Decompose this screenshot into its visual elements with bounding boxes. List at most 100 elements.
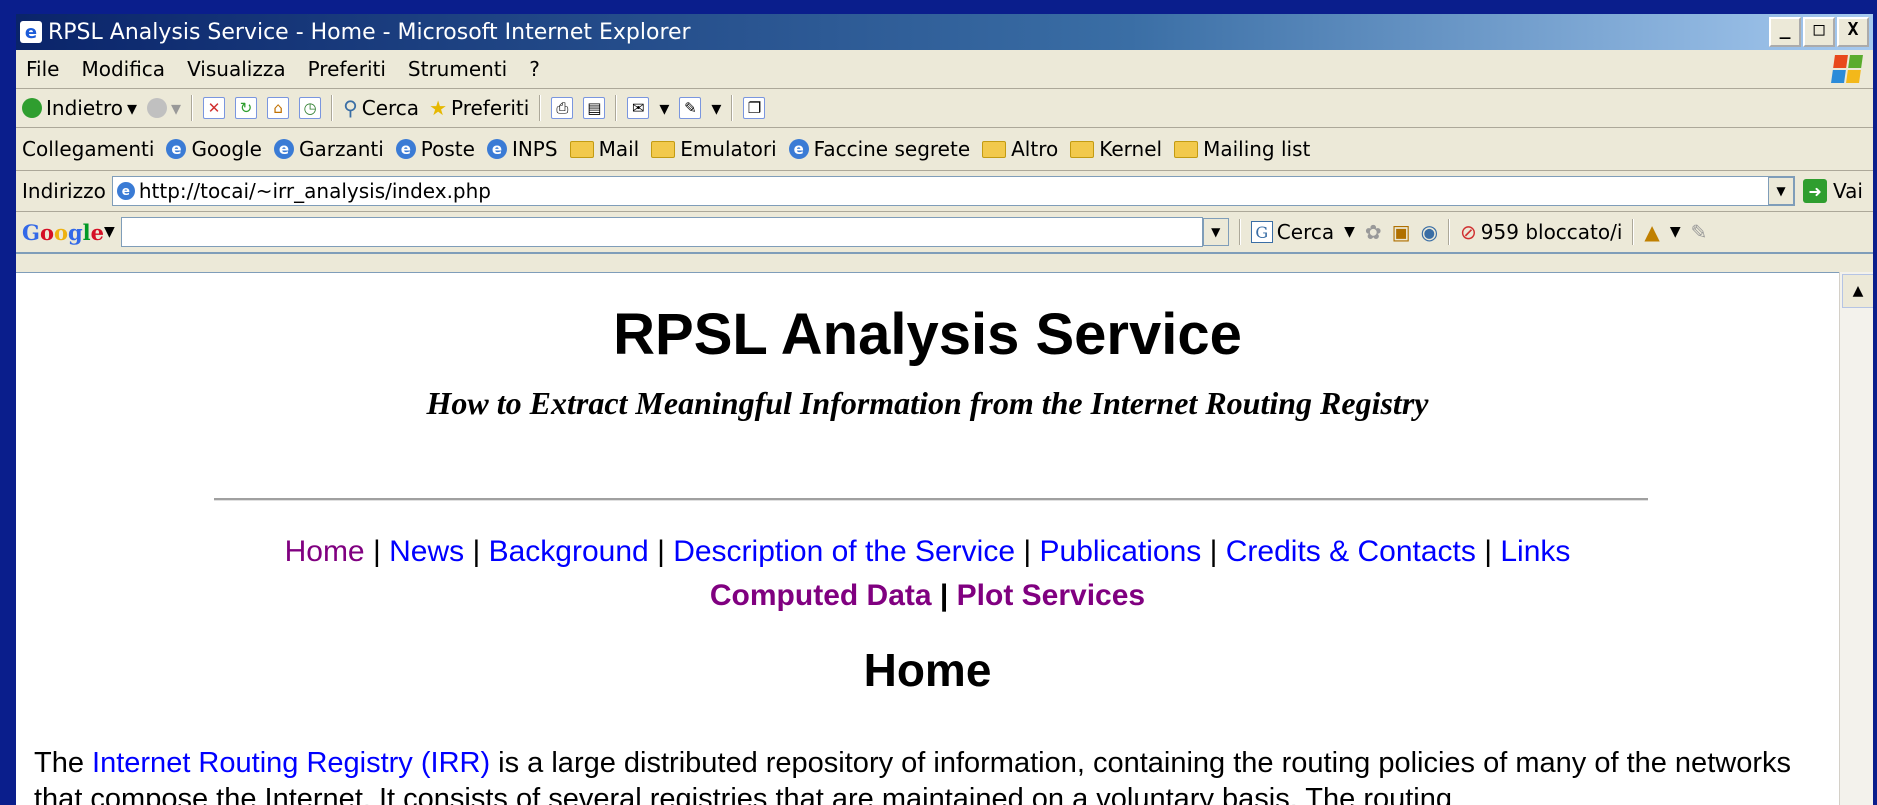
- nav-link-home[interactable]: Home: [285, 535, 365, 568]
- windows-logo-icon: [1831, 55, 1863, 83]
- minimize-button[interactable]: _: [1769, 17, 1801, 47]
- irr-link[interactable]: Internet Routing Registry (IRR): [92, 747, 490, 779]
- page-subtitle: How to Extract Meaningful Information fr…: [426, 385, 1429, 421]
- link-google[interactable]: e Google: [166, 137, 262, 161]
- go-arrow-icon: ➜: [1803, 179, 1828, 203]
- folder-icon: [1070, 140, 1095, 158]
- nav-separator: |: [657, 535, 665, 568]
- back-label: Indietro: [46, 96, 123, 120]
- popup-blocked-icon: ⊘: [1460, 220, 1477, 244]
- link-label: Garzanti: [298, 137, 384, 161]
- ie-page-icon: e: [166, 139, 187, 159]
- nav-link-background[interactable]: Background: [489, 535, 649, 568]
- link-garzanti[interactable]: e Garzanti: [273, 137, 384, 161]
- link-faccine-segrete[interactable]: e Faccine segrete: [788, 137, 971, 161]
- menu-visualizza[interactable]: Visualizza: [187, 57, 286, 81]
- search-button[interactable]: ⚲ Cerca: [343, 96, 419, 120]
- folder-icon: [651, 140, 676, 158]
- google-toolbar-actions: G Cerca ▼ ✿ ▣ ◉ ⊘ 959 bloccato/i ▲ ▼ ✎: [1238, 219, 1708, 245]
- primary-nav: Home | News | Background | Description o…: [16, 535, 1839, 569]
- stop-icon[interactable]: ✕: [203, 97, 226, 119]
- link-altro[interactable]: Altro: [982, 137, 1058, 161]
- link-label: Poste: [420, 137, 475, 161]
- menu-preferiti[interactable]: Preferiti: [308, 57, 386, 81]
- chevron-down-icon[interactable]: ▾: [659, 96, 669, 120]
- print-preview-icon[interactable]: ▤: [583, 97, 606, 119]
- scroll-up-button[interactable]: ▲: [1842, 274, 1873, 308]
- nav-link-news[interactable]: News: [389, 535, 464, 568]
- nav-link-links[interactable]: Links: [1500, 535, 1570, 568]
- nav-link-description[interactable]: Description of the Service: [673, 535, 1015, 568]
- google-search-input[interactable]: [120, 217, 1203, 247]
- menu-modifica[interactable]: Modifica: [81, 57, 165, 81]
- close-button[interactable]: X: [1837, 17, 1869, 47]
- vertical-scrollbar[interactable]: ▲: [1839, 272, 1873, 805]
- chevron-down-icon[interactable]: ▼: [104, 224, 115, 240]
- search-icon: ⚲: [343, 96, 358, 120]
- link-label: INPS: [511, 137, 558, 161]
- link-inps[interactable]: e INPS: [486, 137, 558, 161]
- browser-window: e RPSL Analysis Service - Home - Microso…: [16, 14, 1873, 805]
- page-title: RPSL Analysis Service: [613, 302, 1242, 367]
- menu-file[interactable]: File: [26, 57, 59, 81]
- google-search-button[interactable]: G Cerca: [1250, 220, 1334, 244]
- pencil-icon[interactable]: ✎: [1691, 220, 1708, 244]
- nav-separator: |: [1484, 535, 1492, 568]
- mail-icon[interactable]: ✉: [627, 97, 650, 119]
- title-bar: e RPSL Analysis Service - Home - Microso…: [16, 14, 1873, 50]
- address-input[interactable]: e http://tocai/~irr_analysis/index.php ▼: [111, 176, 1796, 206]
- link-mailing-list[interactable]: Mailing list: [1174, 137, 1310, 161]
- autofill-icon[interactable]: ▲: [1644, 220, 1659, 244]
- nav-link-publications[interactable]: Publications: [1040, 535, 1202, 568]
- favorites-label: Preferiti: [451, 96, 530, 120]
- link-label: Altro: [1011, 137, 1059, 161]
- home-icon[interactable]: ⌂: [267, 97, 290, 119]
- back-button[interactable]: Indietro ▾: [22, 96, 137, 120]
- links-bar-label: Collegamenti: [22, 137, 155, 161]
- pagerank-icon[interactable]: ✿: [1365, 220, 1382, 244]
- address-dropdown-button[interactable]: ▼: [1768, 177, 1795, 205]
- link-label: Faccine segrete: [813, 137, 971, 161]
- chevron-down-icon: ▾: [127, 96, 138, 120]
- favorites-button[interactable]: ★ Preferiti: [429, 96, 529, 120]
- link-mail[interactable]: Mail: [569, 137, 639, 161]
- edit-icon[interactable]: ✎: [679, 97, 702, 119]
- maximize-button[interactable]: □: [1803, 17, 1835, 47]
- history-icon[interactable]: ◷: [299, 97, 322, 119]
- nav-link-computed-data[interactable]: Computed Data: [710, 579, 932, 612]
- link-label: Google: [191, 137, 262, 161]
- intro-paragraph: The Internet Routing Registry (IRR) is a…: [34, 745, 1824, 805]
- ie-page-icon: e: [273, 139, 294, 159]
- popup-blocker-button[interactable]: ⊘ 959 bloccato/i: [1460, 220, 1622, 244]
- refresh-icon[interactable]: ↻: [235, 97, 258, 119]
- globe-icon[interactable]: ◉: [1421, 220, 1438, 244]
- google-search-dropdown[interactable]: ▼: [1202, 218, 1229, 246]
- messenger-icon[interactable]: ❐: [743, 97, 766, 119]
- link-emulatori[interactable]: Emulatori: [651, 137, 777, 161]
- toolbar-separator: [539, 95, 542, 121]
- folder-icon: [1174, 140, 1199, 158]
- nav-link-plot-services[interactable]: Plot Services: [957, 579, 1145, 612]
- menu-strumenti[interactable]: Strumenti: [408, 57, 507, 81]
- ie-page-icon: e: [395, 139, 416, 159]
- nav-link-credits[interactable]: Credits & Contacts: [1226, 535, 1476, 568]
- address-label: Indirizzo: [22, 179, 106, 203]
- page-content: RPSL Analysis Service How to Extract Mea…: [16, 272, 1839, 805]
- section-heading: Home: [863, 644, 992, 696]
- menu-help[interactable]: ?: [529, 57, 540, 81]
- toolbar-separator: [615, 95, 618, 121]
- google-logo[interactable]: Google: [22, 220, 104, 245]
- chevron-down-icon[interactable]: ▾: [711, 96, 721, 120]
- google-g-icon: G: [1250, 221, 1273, 243]
- toolbar-separator: [191, 95, 194, 121]
- chevron-down-icon[interactable]: ▼: [1670, 224, 1681, 240]
- toolbar-separator: [1238, 219, 1241, 245]
- link-kernel[interactable]: Kernel: [1070, 137, 1162, 161]
- toolbar-separator: [1632, 219, 1635, 245]
- link-poste[interactable]: e Poste: [395, 137, 475, 161]
- print-icon[interactable]: ⎙: [551, 97, 574, 119]
- go-button[interactable]: ➜ Vai: [1803, 179, 1863, 203]
- chevron-down-icon[interactable]: ▼: [1344, 224, 1355, 240]
- page-info-icon[interactable]: ▣: [1392, 220, 1411, 244]
- forward-button[interactable]: ▾: [147, 96, 181, 120]
